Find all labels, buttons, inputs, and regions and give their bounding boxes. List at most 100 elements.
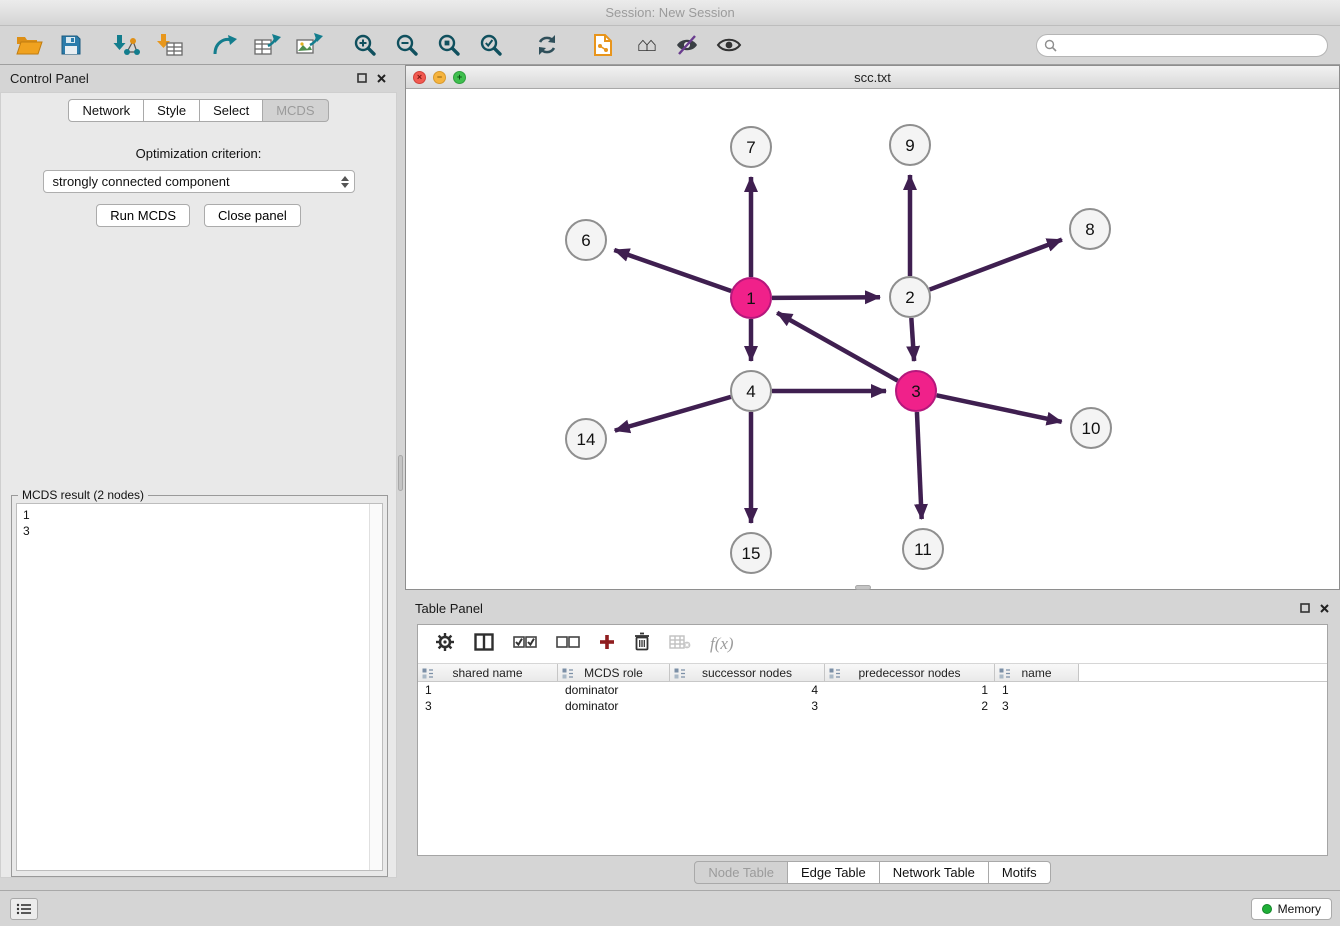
optimization-label: Optimization criterion: [1, 146, 396, 161]
run-mcds-button[interactable]: Run MCDS [96, 204, 190, 227]
import-network-button[interactable] [110, 29, 144, 61]
column-sort-icon [562, 668, 573, 682]
column-label: MCDS role [584, 666, 643, 680]
maximize-window-button[interactable]: + [453, 71, 466, 84]
tab-style[interactable]: Style [144, 99, 200, 122]
edge-3-10[interactable] [937, 395, 1062, 421]
columns-icon [474, 633, 494, 651]
tab-motifs[interactable]: Motifs [989, 861, 1051, 884]
edge-3-11[interactable] [917, 412, 922, 519]
column-header-shared-name[interactable]: shared name [418, 664, 558, 681]
edge-3-1[interactable] [777, 313, 898, 381]
column-header-name[interactable]: name [995, 664, 1079, 681]
table-cell: 3 [670, 699, 825, 713]
delete-column-button[interactable] [634, 632, 650, 656]
network-graph[interactable]: 7968124314101511 [406, 89, 1339, 589]
zoom-out-icon [395, 33, 419, 57]
mcds-result-title: MCDS result (2 nodes) [18, 488, 148, 502]
graphics-details-button[interactable] [670, 29, 704, 61]
save-session-button[interactable] [54, 29, 88, 61]
annotation-icon [592, 33, 614, 57]
gear-icon [435, 632, 455, 652]
mcds-result-box: MCDS result (2 nodes) 13 [11, 495, 388, 877]
node-table-header: shared name MCDS role successor nodes prede… [418, 663, 1327, 682]
annotation-button[interactable] [586, 29, 620, 61]
home-button[interactable]: ⌂⌂ [628, 29, 662, 61]
mcds-result-area: 13 [16, 503, 383, 871]
table-cell: 3 [995, 699, 1079, 713]
task-history-button[interactable] [10, 898, 38, 920]
edge-4-14[interactable] [615, 397, 731, 431]
network-canvas[interactable]: 7968124314101511 [406, 89, 1339, 589]
import-table-button[interactable] [152, 29, 186, 61]
memory-button[interactable]: Memory [1251, 898, 1332, 920]
edge-2-8[interactable] [930, 240, 1062, 290]
table-row[interactable]: 3dominator323 [418, 698, 1327, 714]
column-header-predecessor-nodes[interactable]: predecessor nodes [825, 664, 995, 681]
tab-select[interactable]: Select [200, 99, 263, 122]
zoom-fit-button[interactable] [432, 29, 466, 61]
tab-edge-table[interactable]: Edge Table [788, 861, 880, 884]
list-icon [16, 903, 32, 915]
float-panel-icon[interactable] [357, 73, 367, 83]
table-cell: dominator [558, 699, 670, 713]
open-session-button[interactable] [12, 29, 46, 61]
zoom-in-icon [353, 33, 377, 57]
close-panel-button[interactable]: Close panel [204, 204, 301, 227]
node-label-3: 3 [911, 382, 920, 401]
column-header-successor-nodes[interactable]: successor nodes [670, 664, 825, 681]
criterion-dropdown[interactable]: strongly connected component [43, 170, 355, 193]
function-builder-button[interactable]: f(x) [710, 634, 734, 654]
column-label: name [1021, 666, 1051, 680]
table-settings-button[interactable] [435, 632, 455, 657]
node-label-8: 8 [1085, 220, 1094, 239]
dropdown-stepper-icon [341, 176, 349, 188]
float-table-panel-icon[interactable] [1300, 603, 1310, 613]
vertical-splitter-handle[interactable] [398, 455, 403, 491]
minimize-window-button[interactable]: − [433, 71, 446, 84]
export-network-icon [212, 33, 238, 57]
zoom-selected-button[interactable] [474, 29, 508, 61]
result-scrollbar[interactable] [369, 504, 382, 870]
close-table-panel-icon[interactable] [1319, 603, 1330, 614]
edge-1-6[interactable] [614, 250, 731, 291]
column-label: predecessor nodes [858, 666, 960, 680]
zoom-out-button[interactable] [390, 29, 424, 61]
column-sort-icon [422, 668, 433, 682]
edge-2-3[interactable] [911, 318, 914, 361]
edges-layer [614, 175, 1062, 523]
export-network-button[interactable] [208, 29, 242, 61]
mcds-result-list: 13 [17, 504, 368, 870]
table-toolbar: f(x) [418, 625, 1327, 663]
show-columns-button[interactable] [474, 633, 494, 656]
close-window-button[interactable]: × [413, 71, 426, 84]
column-header-MCDS-role[interactable]: MCDS role [558, 664, 670, 681]
node-label-10: 10 [1082, 419, 1101, 438]
tab-network[interactable]: Network [68, 99, 144, 122]
close-panel-icon[interactable] [376, 73, 387, 84]
select-all-columns-button[interactable] [513, 634, 537, 655]
result-item[interactable]: 1 [23, 507, 362, 523]
tab-mcds[interactable]: MCDS [263, 99, 328, 122]
node-label-15: 15 [742, 544, 761, 563]
delete-table-button-disabled [669, 634, 691, 655]
export-table-icon [253, 33, 281, 57]
tab-node-table[interactable]: Node Table [694, 861, 788, 884]
table-row[interactable]: 1dominator411 [418, 682, 1327, 698]
tab-network-table[interactable]: Network Table [880, 861, 989, 884]
zoom-in-button[interactable] [348, 29, 382, 61]
horizontal-splitter-handle[interactable] [855, 585, 871, 590]
show-hide-button[interactable] [712, 29, 746, 61]
edge-1-2[interactable] [772, 297, 880, 298]
search-input[interactable] [1036, 34, 1328, 57]
refresh-button[interactable] [530, 29, 564, 61]
export-table-button[interactable] [250, 29, 284, 61]
zoom-selected-icon [479, 33, 503, 57]
add-column-button[interactable] [599, 634, 615, 655]
control-panel-body: NetworkStyleSelectMCDS Optimization crit… [0, 92, 397, 878]
home-icon: ⌂⌂ [637, 34, 653, 57]
result-item[interactable]: 3 [23, 523, 362, 539]
export-image-button[interactable] [292, 29, 326, 61]
export-image-icon [295, 33, 323, 57]
deselect-all-columns-button[interactable] [556, 634, 580, 655]
